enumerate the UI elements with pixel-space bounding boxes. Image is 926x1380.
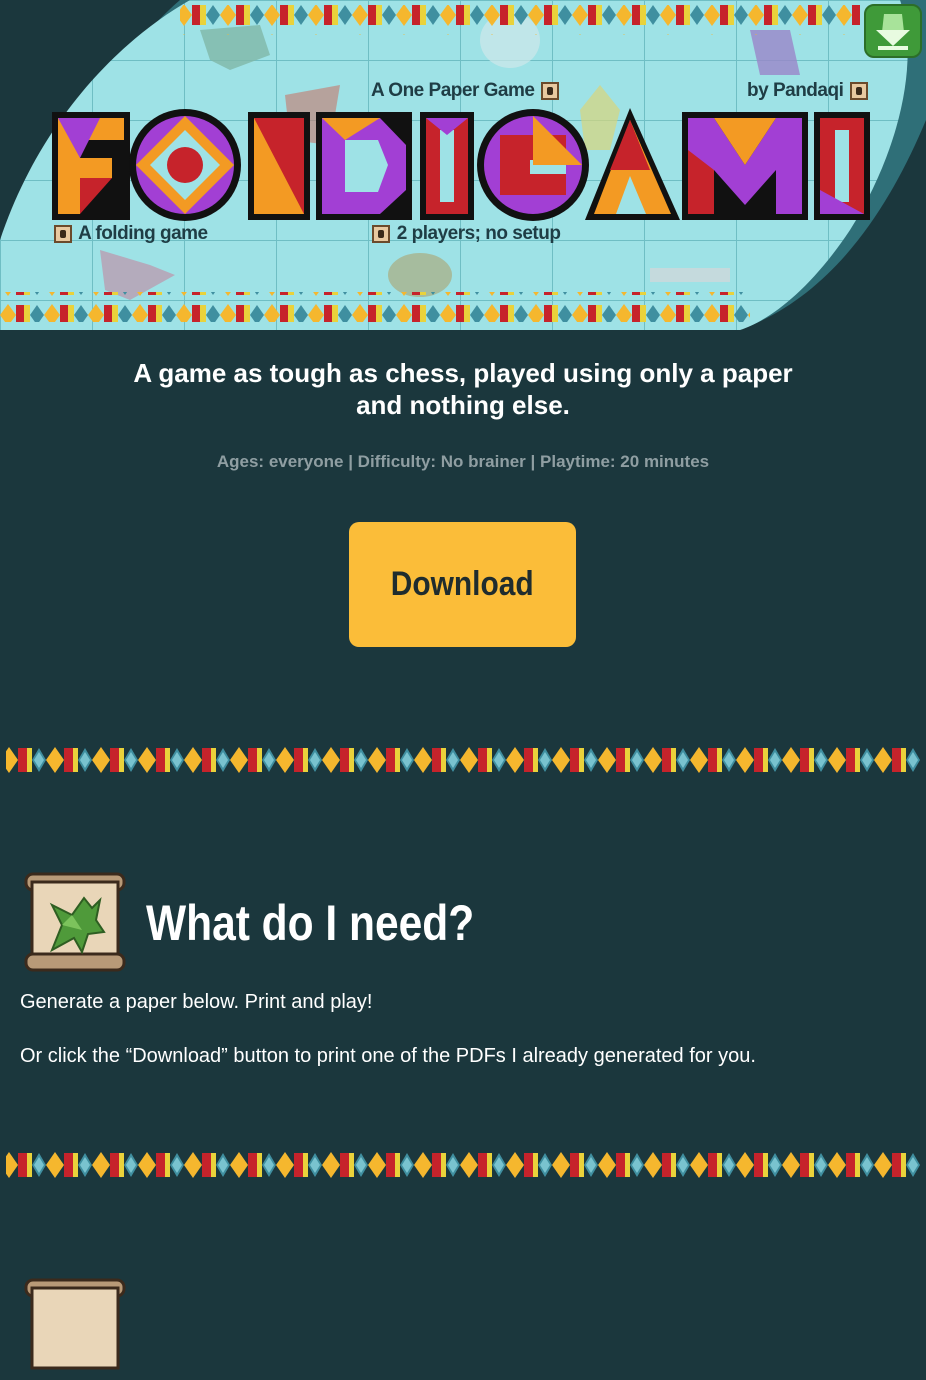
download-button-label: Download xyxy=(391,565,534,603)
header-banner: A One Paper Game by Pandaqi A folding ga… xyxy=(0,0,926,330)
paper-icon xyxy=(541,81,560,100)
header-players: 2 players; no setup xyxy=(370,223,561,245)
header-genre: A folding game xyxy=(52,223,208,245)
panda-icon xyxy=(850,81,869,100)
home-button[interactable] xyxy=(864,4,922,58)
decorative-border xyxy=(6,742,920,778)
player-icon xyxy=(372,224,390,243)
tagline: A game as tough as chess, played using o… xyxy=(133,358,793,420)
section-heading: What do I need? xyxy=(146,895,475,951)
section-paragraph: Or click the “Download” button to print … xyxy=(20,1045,756,1067)
header-author: by Pandaqi xyxy=(747,80,870,102)
header-subtitle-text: A One Paper Game xyxy=(371,80,535,101)
game-meta: Ages: everyone | Difficulty: No brainer … xyxy=(216,452,710,471)
header-genre-text: A folding game xyxy=(78,223,208,244)
home-arrow-icon xyxy=(876,14,910,50)
header-players-text: 2 players; no setup xyxy=(396,223,561,244)
scroll-icon xyxy=(24,1278,126,1370)
header-subtitle: A One Paper Game xyxy=(371,80,561,102)
header-author-text: by Pandaqi xyxy=(747,80,844,101)
download-button[interactable]: Download xyxy=(349,522,576,647)
dragon-scroll-icon xyxy=(24,872,126,972)
decorative-border xyxy=(6,1147,920,1183)
logo-letters xyxy=(52,108,870,221)
section-paragraph: Generate a paper below. Print and play! xyxy=(20,991,373,1013)
banner-art xyxy=(0,0,926,330)
scroll-icon xyxy=(54,224,72,243)
